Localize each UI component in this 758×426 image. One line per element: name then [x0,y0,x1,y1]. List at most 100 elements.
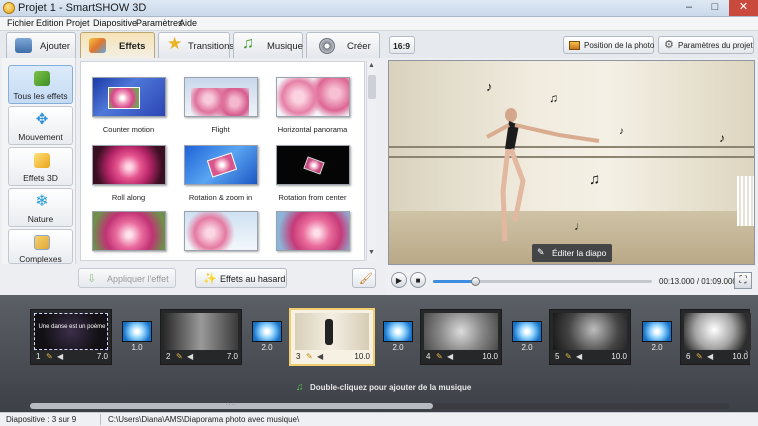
effect-thumb-flight[interactable] [184,77,258,117]
effect-thumb-counter-motion[interactable] [92,77,166,117]
edit-pencil-icon[interactable]: ✎ [46,352,53,361]
minimize-button[interactable]: – [676,0,702,16]
sound-icon[interactable]: ◀ [447,352,453,361]
sound-icon[interactable]: ◀ [317,352,323,361]
timeline-transition-5[interactable]: 2.0 [642,321,672,353]
effect-label: Horizontal panorama [277,125,348,134]
edit-pencil-icon[interactable]: ✎ [176,352,183,361]
timeline-slide-2[interactable]: 2 ✎ ◀ 7.0 [160,309,242,365]
slide-number: 1 [36,352,41,361]
tab-transitions[interactable]: ★ Transitions [158,32,234,58]
edit-pencil-icon[interactable]: ✎ [306,352,313,361]
edit-slide-button[interactable]: ✎ Éditer la diapo [532,244,612,262]
category-mouvement[interactable]: ✥ Mouvement [8,106,73,145]
slide-info-bar: 5 ✎ ◀ 10.0 [550,352,630,363]
tab-creer[interactable]: Créer [306,32,380,58]
add-music-hint[interactable]: Double-cliquez pour ajouter de la musiqu… [310,383,471,392]
sound-icon[interactable]: ◀ [187,352,193,361]
timeline-transition-4[interactable]: 2.0 [512,321,542,353]
edit-pencil-icon[interactable]: ✎ [696,352,703,361]
slide-info-bar: 3 ✎ ◀ 10.0 [291,352,373,363]
slide-number: 3 [296,352,301,361]
menu-aide[interactable]: Aide [179,18,197,28]
timeline-slide-5[interactable]: 5 ✎ ◀ 10.0 [549,309,631,365]
effects-grid: Counter motion Flight Horizontal panoram… [80,61,365,261]
effect-label: Rotation from center [278,193,347,202]
timeline-slide-4[interactable]: 4 ✎ ◀ 10.0 [420,309,502,365]
slide-caption: Une danse est un poème [38,324,106,330]
project-settings-button[interactable]: ⚙ Paramètres du projet [658,36,754,54]
effect-thumb-rotation-zoom-in[interactable] [184,145,258,185]
category-effets-3d[interactable]: Effets 3D [8,147,73,186]
effects-scrollbar[interactable]: ▲ ▼ [366,61,376,261]
scroll-right-icon[interactable]: › [745,347,748,358]
menu-parametres[interactable]: Paramètres [136,18,183,28]
effect-thumb[interactable] [184,211,258,251]
effect-thumb[interactable] [92,211,166,251]
menu-fichier[interactable]: Fichier [7,18,34,28]
edit-pencil-icon[interactable]: ✎ [436,352,443,361]
category-nature[interactable]: ❄ Nature [8,188,73,227]
slide-info-bar: 1 ✎ ◀ 7.0 [31,352,111,363]
timeline-scrollbar[interactable]: :::: [30,401,730,409]
clear-effect-button[interactable]: 🖌 [352,268,376,288]
title-bar: Projet 1 - SmartSHOW 3D – □ ✕ [0,0,758,17]
transition-duration: 2.0 [261,343,273,352]
music-note-decoration: ♪ [719,131,725,145]
music-note-decoration: ♪ [486,79,493,94]
fullscreen-button[interactable]: ⛶ [734,272,752,289]
photo-position-label: Position de la photo [584,41,655,50]
film-reel-icon [319,38,335,54]
playback-time: 00:13.000 / 01:09.000 [659,277,737,286]
photo-position-button[interactable]: Position de la photo [563,36,654,54]
apply-effect-button[interactable]: ⇩ Appliquer l'effet [78,268,176,288]
timeline-transition-1[interactable]: 1.0 [122,321,152,353]
play-button[interactable]: ▶ [391,272,407,288]
scroll-down-icon[interactable]: ▼ [368,249,375,256]
playback-progress-track[interactable] [433,277,652,286]
tab-ajouter[interactable]: Ajouter [6,32,76,58]
maximize-button[interactable]: □ [702,0,728,16]
slide-preview: ♪ ♫ ♫ ♪ ♪ ♩ [388,60,755,265]
tab-effets[interactable]: Effets [80,32,155,58]
effect-thumb-rotation-from-center[interactable] [276,145,350,185]
close-button[interactable]: ✕ [729,0,758,16]
transition-thumbnail [512,321,542,342]
slide-number: 5 [555,352,560,361]
playback-knob[interactable] [470,277,480,286]
slide-counter: Diapositive : 3 sur 9 [6,415,77,424]
apply-icon: ⇩ [87,273,97,285]
menu-diapositive[interactable]: Diapositive [93,18,137,28]
category-label: Nature [27,214,54,224]
sound-icon[interactable]: ◀ [707,352,713,361]
aspect-ratio-button[interactable]: 16:9 [389,36,415,54]
sound-icon[interactable]: ◀ [57,352,63,361]
edit-pencil-icon[interactable]: ✎ [565,352,572,361]
tab-musique[interactable]: ♫ Musique [233,32,303,58]
effect-thumb-roll-along[interactable] [92,145,166,185]
gear-icon: ⚙ [664,39,674,51]
scroll-up-icon[interactable]: ▲ [368,62,375,69]
menu-bar: Fichier Edition Projet Diapositive Param… [0,17,758,31]
timeline-transition-2[interactable]: 2.0 [252,321,282,353]
slide-info-bar: 4 ✎ ◀ 10.0 [421,352,501,363]
effect-thumb-horizontal-panorama[interactable] [276,77,350,117]
puzzle-icon [34,71,50,86]
timeline-slide-1[interactable]: Une danse est un poème 1 ✎ ◀ 7.0 [30,309,112,365]
menu-projet[interactable]: Projet [66,18,90,28]
stop-button[interactable]: ■ [410,272,426,288]
tab-musique-label: Musique [267,41,303,52]
timeline-scroll-thumb[interactable]: :::: [30,401,433,409]
random-effects-button[interactable]: ✨ Effets au hasard [195,268,287,288]
slide-duration: 7.0 [96,352,108,361]
menu-edition[interactable]: Edition [36,18,64,28]
category-complexes[interactable]: Complexes [8,229,73,264]
pencil-icon: ✎ [537,247,545,257]
timeline-slide-6[interactable]: 6 ✎ ◀ 10.0 [680,309,751,365]
scroll-thumb[interactable] [368,75,376,99]
category-tous-les-effets[interactable]: Tous les effets [8,65,73,104]
effect-thumb[interactable] [276,211,350,251]
timeline-transition-3[interactable]: 2.0 [383,321,413,353]
sound-icon[interactable]: ◀ [576,352,582,361]
timeline-slide-3[interactable]: 3 ✎ ◀ 10.0 [289,308,375,366]
